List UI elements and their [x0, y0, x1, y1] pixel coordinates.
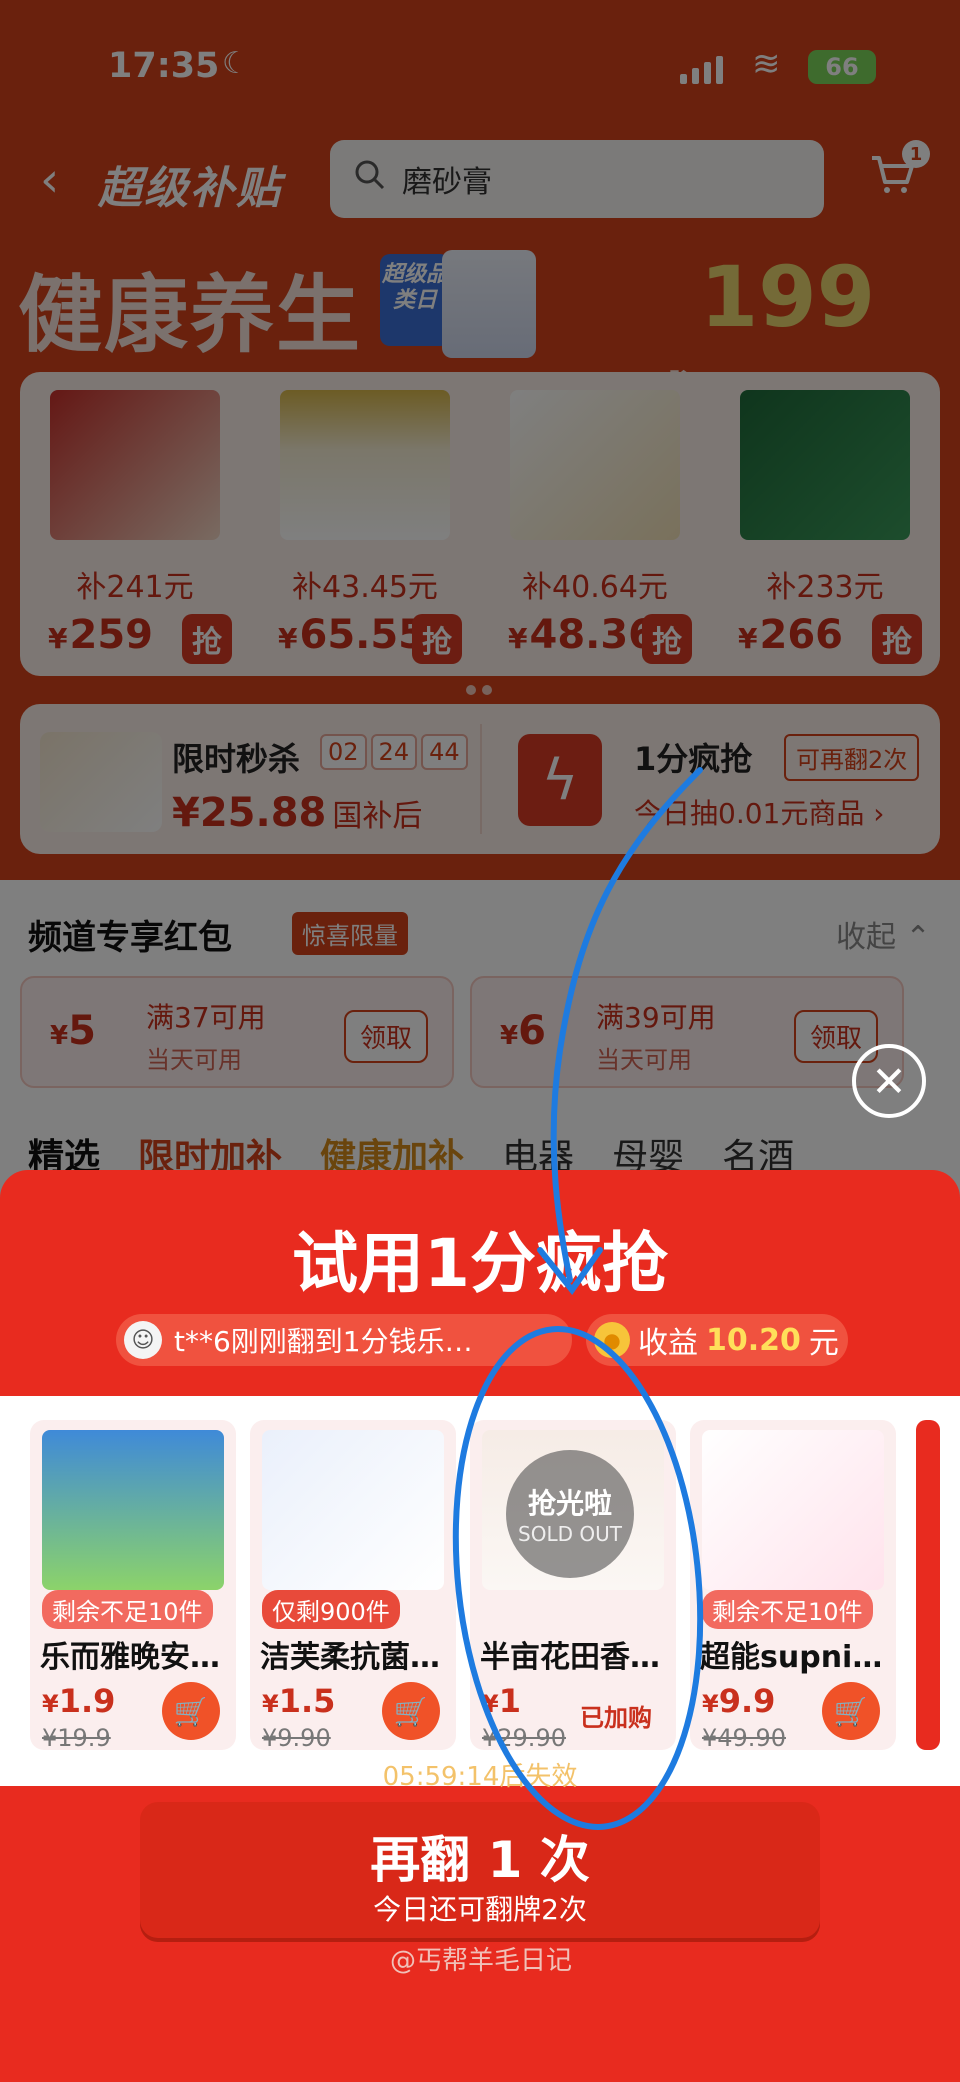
product-price-value: 1.9 [58, 1682, 116, 1720]
product-price: ¥1 [482, 1682, 521, 1720]
stock-tag: 剩余不足10件 [42, 1590, 213, 1629]
close-icon[interactable]: ✕ [852, 1044, 926, 1118]
product-price: ¥1.5 [262, 1682, 336, 1720]
sold-out-label: 抢光啦 [527, 1487, 612, 1520]
original-price: ¥9.90 [262, 1724, 331, 1752]
add-to-cart-icon[interactable]: 🛒 [822, 1682, 880, 1740]
ticker-text: t**6刚刚翻到1分钱乐… [174, 1325, 473, 1358]
product-name: 超能supni… [700, 1640, 883, 1675]
stock-tag: 仅剩900件 [262, 1590, 400, 1629]
stock-tag: 剩余不足10件 [702, 1590, 873, 1629]
add-to-cart-icon[interactable]: 🛒 [382, 1682, 440, 1740]
flip-card[interactable]: 剩余不足10件 乐而雅晚安… ¥1.9 ¥19.9 🛒 [30, 1420, 236, 1752]
scroll-edge [916, 1420, 940, 1750]
original-price: ¥29.90 [482, 1724, 566, 1752]
product-image [702, 1430, 884, 1590]
earnings-unit: 元 [808, 1326, 839, 1361]
product-image: 抢光啦 SOLD OUT [482, 1430, 664, 1590]
original-price: ¥19.9 [42, 1724, 111, 1752]
product-price-value: 1 [498, 1682, 521, 1720]
flip-card[interactable]: 抢光啦 SOLD OUT 半亩花田香… ¥1 已加购 ¥29.90 [470, 1420, 676, 1752]
flip-again-button[interactable]: 再翻 1 次 今日还可翻牌2次 [140, 1802, 820, 1942]
flip-card-row: 剩余不足10件 乐而雅晚安… ¥1.9 ¥19.9 🛒 仅剩900件 洁芙柔抗菌… [0, 1396, 960, 1786]
flip-again-label: 再翻 1 次 [370, 1831, 590, 1889]
sold-out-label-en: SOLD OUT [518, 1522, 622, 1546]
earnings-value: 10.20 [706, 1322, 801, 1358]
original-price: ¥49.90 [702, 1724, 786, 1752]
activity-ticker: ☺ t**6刚刚翻到1分钱乐… [116, 1314, 572, 1366]
modal-title: 试用1分疯抢 [292, 1225, 668, 1302]
earnings-pill: ● 收益 10.20 元 [586, 1314, 848, 1366]
product-price-value: 1.5 [278, 1682, 336, 1720]
avatar: ☺ [124, 1321, 162, 1359]
expire-countdown: 05:59:14后失效 [382, 1762, 578, 1792]
earnings-label: 收益 [638, 1326, 698, 1361]
product-name: 乐而雅晚安… [40, 1640, 220, 1675]
watermark: @丐帮羊毛日记 [390, 1946, 573, 1976]
added-to-cart-status: 已加购 [580, 1704, 652, 1732]
product-image [262, 1430, 444, 1590]
product-price: ¥1.9 [42, 1682, 116, 1720]
product-image [42, 1430, 224, 1590]
flip-remaining-label: 今日还可翻牌2次 [373, 1893, 587, 1926]
product-price-value: 9.9 [718, 1682, 776, 1720]
add-to-cart-icon[interactable]: 🛒 [162, 1682, 220, 1740]
flip-card[interactable]: 仅剩900件 洁芙柔抗菌… ¥1.5 ¥9.90 🛒 [250, 1420, 456, 1752]
product-name: 半亩花田香… [480, 1640, 660, 1675]
flip-card[interactable]: 剩余不足10件 超能supni… ¥9.9 ¥49.90 🛒 [690, 1420, 896, 1752]
product-name: 洁芙柔抗菌… [260, 1640, 440, 1675]
sold-out-badge: 抢光啦 SOLD OUT [506, 1450, 634, 1578]
coin-icon: ● [594, 1322, 630, 1358]
product-price: ¥9.9 [702, 1682, 776, 1720]
